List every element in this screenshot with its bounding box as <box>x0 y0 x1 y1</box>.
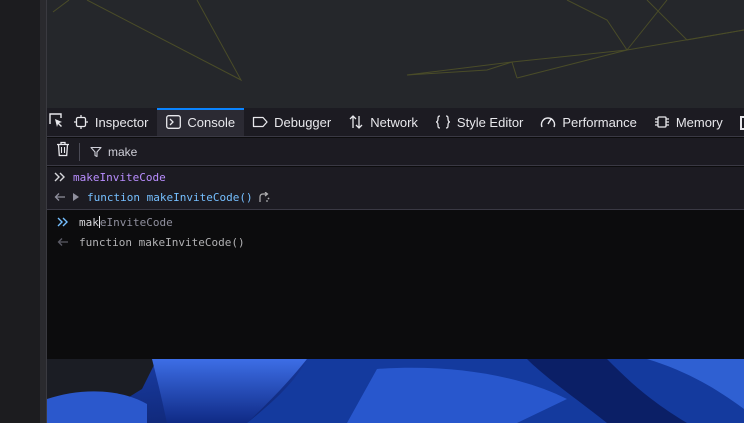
background-photo <box>47 359 744 423</box>
expand-triangle-icon[interactable] <box>73 193 83 201</box>
autocomplete-hint: eInviteCode <box>99 215 173 229</box>
filter-icon <box>90 146 102 158</box>
eager-evaluation-line: function makeInviteCode() <box>47 232 744 252</box>
tab-network-label: Network <box>370 114 418 130</box>
console-message-input: makeInviteCode <box>47 167 744 187</box>
page-content-top <box>47 0 744 108</box>
page-content-bottom <box>47 359 744 423</box>
console-input-line[interactable]: mak eInviteCode <box>47 212 744 232</box>
tab-performance-label: Performance <box>562 114 637 130</box>
performance-icon <box>540 114 556 130</box>
window-border <box>40 0 47 423</box>
jump-to-definition-icon[interactable] <box>258 191 270 203</box>
tab-inspector-label: Inspector <box>94 114 149 130</box>
network-icon <box>348 114 364 130</box>
echoed-input-text: makeInviteCode <box>73 170 166 184</box>
clear-console-button[interactable] <box>47 141 79 162</box>
console-icon <box>165 114 181 130</box>
inspector-icon <box>73 114 89 130</box>
filter-input[interactable]: make <box>90 145 137 159</box>
element-picker-icon <box>48 112 64 133</box>
memory-icon <box>654 114 670 130</box>
browser-left-strip <box>0 0 40 423</box>
filter-separator <box>79 142 80 161</box>
console-message-result: function makeInviteCode() <box>47 187 744 207</box>
tab-inspector[interactable]: Inspector <box>65 108 157 136</box>
eager-arrow-icon <box>47 237 79 247</box>
tabs-overflow-indicator[interactable] <box>739 116 744 130</box>
tab-debugger[interactable]: Debugger <box>244 108 340 136</box>
background-artwork <box>52 0 744 82</box>
typed-input-text: mak <box>79 215 99 229</box>
tab-memory[interactable]: Memory <box>646 108 732 136</box>
input-prompt-icon <box>47 172 73 182</box>
tab-console-label: Console <box>187 114 236 130</box>
filter-value: make <box>108 144 138 159</box>
tab-memory-label: Memory <box>675 114 723 130</box>
devtools-toolbar: Inspector Console Debugger Network Style… <box>47 108 744 137</box>
eager-preview-text: function makeInviteCode() <box>79 235 245 249</box>
debugger-icon <box>252 114 268 130</box>
tab-style-editor[interactable]: Style Editor <box>427 108 532 136</box>
devtools-panel: Inspector Console Debugger Network Style… <box>47 108 744 359</box>
trash-icon <box>56 141 70 162</box>
console-output: makeInviteCode function makeInviteCode() <box>47 167 744 210</box>
style-editor-icon <box>435 114 451 130</box>
tab-performance[interactable]: Performance <box>532 108 645 136</box>
input-chevrons-icon <box>47 217 79 227</box>
tab-console[interactable]: Console <box>157 108 245 136</box>
tab-style-editor-label: Style Editor <box>456 114 524 130</box>
tab-debugger-label: Debugger <box>274 114 332 130</box>
tab-network[interactable]: Network <box>340 108 427 136</box>
result-arrow-icon <box>47 192 73 202</box>
console-input-area[interactable]: mak eInviteCode function makeInviteCode() <box>47 210 744 359</box>
element-picker-button[interactable] <box>47 108 65 136</box>
result-function-text[interactable]: function makeInviteCode() <box>87 191 253 204</box>
console-filter-bar: make <box>47 138 744 166</box>
